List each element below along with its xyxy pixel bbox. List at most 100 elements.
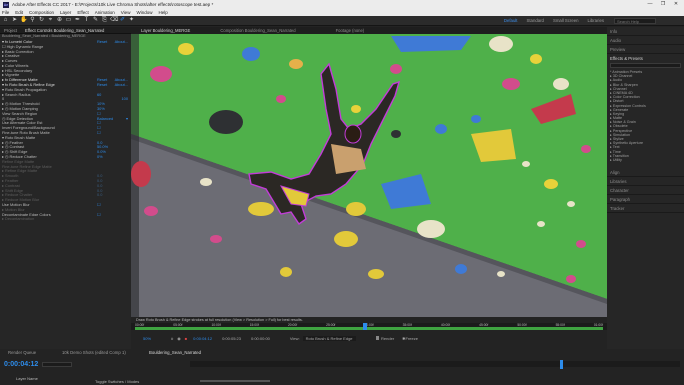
panel-preview[interactable]: Preview xyxy=(607,45,684,54)
tab-effect-controls[interactable]: Effect Controls Bouldering_Sean_Narrated xyxy=(21,28,108,33)
ruler-work-area xyxy=(135,327,603,330)
timeline-timecode[interactable]: 0:00:04:12 xyxy=(4,361,38,368)
rectangle-tool-icon[interactable]: ▭ xyxy=(65,17,72,24)
window-title: Adobe After Effects CC 2017 - E:\Project… xyxy=(12,2,214,7)
tab-layer-viewer[interactable]: Layer Bouldering_MERGE xyxy=(141,28,190,33)
effect-row-action[interactable]: ▾ xyxy=(113,116,131,121)
timeline-panel: Render Queue 10k Demo Shots (edited Comp… xyxy=(0,349,684,385)
menu-bar: File Edit Composition Layer Effect Anima… xyxy=(0,9,684,16)
effect-row-value[interactable]: ☐ xyxy=(97,130,113,135)
brush-tool-icon[interactable]: ✎ xyxy=(92,17,99,24)
view-select[interactable]: Roto Brush & Refine Edge xyxy=(302,335,356,341)
title-bar: Ae Adobe After Effects CC 2017 - E:\Proj… xyxy=(0,0,684,9)
effect-panel-tabs: Project Effect Controls Bouldering_Sean_… xyxy=(0,27,131,34)
freeze-label[interactable]: Freeze xyxy=(406,336,418,341)
workspace-libraries[interactable]: Libraries xyxy=(588,18,604,23)
eraser-tool-icon[interactable]: ⌫ xyxy=(110,17,118,24)
timeline-search-input[interactable] xyxy=(42,362,72,367)
close-button[interactable]: ✕ xyxy=(670,0,682,9)
pan-behind-tool-icon[interactable]: ⊕ xyxy=(56,17,63,24)
tab-composition-viewer[interactable]: Composition Bouldering_Sean_Narrated xyxy=(220,28,295,33)
effect-row-value[interactable]: 0% xyxy=(97,154,113,159)
type-tool-icon[interactable]: T xyxy=(83,17,90,24)
maximize-button[interactable]: ❐ xyxy=(657,0,669,9)
zoom-tool-icon[interactable]: ⚲ xyxy=(29,17,36,24)
render-label: Render xyxy=(381,335,395,341)
color-channel-icon[interactable]: ■ xyxy=(185,336,187,341)
view-label: View: xyxy=(289,335,300,341)
panel-libraries[interactable]: Libraries xyxy=(607,177,684,187)
tab-demo-comp[interactable]: 10k Demo Shots (edited Comp 1) xyxy=(58,349,126,357)
render-checkbox[interactable] xyxy=(375,336,380,340)
timeline-ruler[interactable] xyxy=(190,361,680,367)
layer-viewer-canvas[interactable] xyxy=(131,34,607,317)
effect-row-action[interactable]: About... xyxy=(113,39,131,44)
menu-effect[interactable]: Effect xyxy=(77,10,88,15)
effect-row-action[interactable]: About... xyxy=(113,82,131,87)
effects-search-input[interactable] xyxy=(610,63,681,68)
camera-tool-icon[interactable]: ⌖ xyxy=(47,17,54,24)
workspace-default[interactable]: Default xyxy=(504,18,518,23)
current-time-indicator[interactable] xyxy=(363,323,367,330)
effect-row-value[interactable]: ☐ xyxy=(97,202,113,207)
effect-row-value[interactable]: 60 xyxy=(97,92,113,97)
pen-tool-icon[interactable]: ✒ xyxy=(74,17,81,24)
effects-list: * Animation Presets ▸ 3D Channel ▸ Audio ▸ … xyxy=(607,70,684,162)
viewer-tabs: Layer Bouldering_MERGE Composition Bould… xyxy=(131,27,607,34)
hand-tool-icon[interactable]: ✋ xyxy=(20,17,27,24)
effect-row[interactable]: ▸ Decontamination xyxy=(2,216,131,221)
layer-name-label: Layer Name xyxy=(16,376,38,381)
effect-rows: ▾ fx Lumetri Color Reset About... ☐ High D… xyxy=(0,39,131,221)
panel-info[interactable]: Info xyxy=(607,27,684,36)
panel-paragraph[interactable]: Paragraph xyxy=(607,195,684,205)
panel-tracker[interactable]: Tracker xyxy=(607,204,684,214)
menu-view[interactable]: View xyxy=(121,10,131,15)
zoom-level[interactable]: 50% xyxy=(143,336,151,341)
menu-window[interactable]: Window xyxy=(136,10,152,15)
menu-file[interactable]: File xyxy=(2,10,9,15)
effect-row-value[interactable]: 0.0 xyxy=(97,193,113,198)
menu-animation[interactable]: Animation xyxy=(95,10,115,15)
menu-composition[interactable]: Composition xyxy=(29,10,54,15)
panel-audio[interactable]: Audio xyxy=(607,36,684,45)
rotate-tool-icon[interactable]: ↻ xyxy=(38,17,45,24)
tab-render-queue[interactable]: Render Queue xyxy=(4,349,36,357)
panel-character[interactable]: Character xyxy=(607,186,684,196)
selection-tool-icon[interactable]: ➤ xyxy=(11,17,18,24)
effect-row-value[interactable]: Reset xyxy=(97,82,113,87)
workspace-small-screen[interactable]: Small Screen xyxy=(553,18,579,23)
panel-align[interactable]: Align xyxy=(607,168,684,178)
right-lower-panels: Align Libraries Character Paragraph Tracker xyxy=(607,168,684,214)
effect-row-value[interactable]: ☐ xyxy=(97,212,113,217)
grid-icon[interactable]: # xyxy=(171,336,173,341)
effect-row-action[interactable]: 100 xyxy=(113,97,131,102)
effects-category[interactable]: ▸ Utility xyxy=(607,158,684,162)
timeline-zoom-slider[interactable] xyxy=(200,380,270,382)
current-timecode[interactable]: 0:00:04:12 xyxy=(193,336,212,341)
workspace-standard[interactable]: Standard xyxy=(527,18,544,23)
right-panels: Info Audio Preview Effects & Presets * A… xyxy=(607,27,684,349)
tab-bouldering-comp[interactable]: Bouldering_Sean_Narrated xyxy=(145,349,201,357)
effects-presets-title[interactable]: Effects & Presets xyxy=(607,54,684,63)
home-icon[interactable]: ⌂ xyxy=(2,17,9,24)
menu-layer[interactable]: Layer xyxy=(60,10,71,15)
effect-controls-panel: Project Effect Controls Bouldering_Sean_… xyxy=(0,27,131,349)
timeline-playhead[interactable] xyxy=(560,360,563,369)
snapshot-icon[interactable]: ◉ xyxy=(177,336,181,341)
tab-project[interactable]: Project xyxy=(0,28,21,33)
clone-stamp-tool-icon[interactable]: ⎘ xyxy=(101,17,108,24)
effect-row-value[interactable]: Reset xyxy=(97,39,113,44)
app-logo-icon: Ae xyxy=(3,1,9,8)
viewer-time-ruler[interactable]: 00:00f 05:00f 10:00f 15:00f 20:00f 25:00f 30:0… xyxy=(131,323,607,330)
timecode-duration: 0:00:05:23 xyxy=(222,335,241,341)
effect-row-label: ▸ Decontamination xyxy=(2,216,35,222)
toggle-switches-modes[interactable]: Toggle Switches / Modes xyxy=(95,379,139,384)
minimize-button[interactable]: — xyxy=(644,0,656,9)
roto-brush-tool-icon[interactable]: ✐ xyxy=(119,17,126,24)
puppet-tool-icon[interactable]: ✦ xyxy=(128,17,135,24)
tab-footage-viewer[interactable]: Footage (none) xyxy=(336,28,365,33)
viewer-footer: 50% # ◉ ■ 0:00:04:12 0:00:05:23 0:00:00:… xyxy=(131,333,607,343)
search-help-input[interactable]: Search Help xyxy=(614,18,656,24)
menu-edit[interactable]: Edit xyxy=(15,10,23,15)
menu-help[interactable]: Help xyxy=(158,10,167,15)
